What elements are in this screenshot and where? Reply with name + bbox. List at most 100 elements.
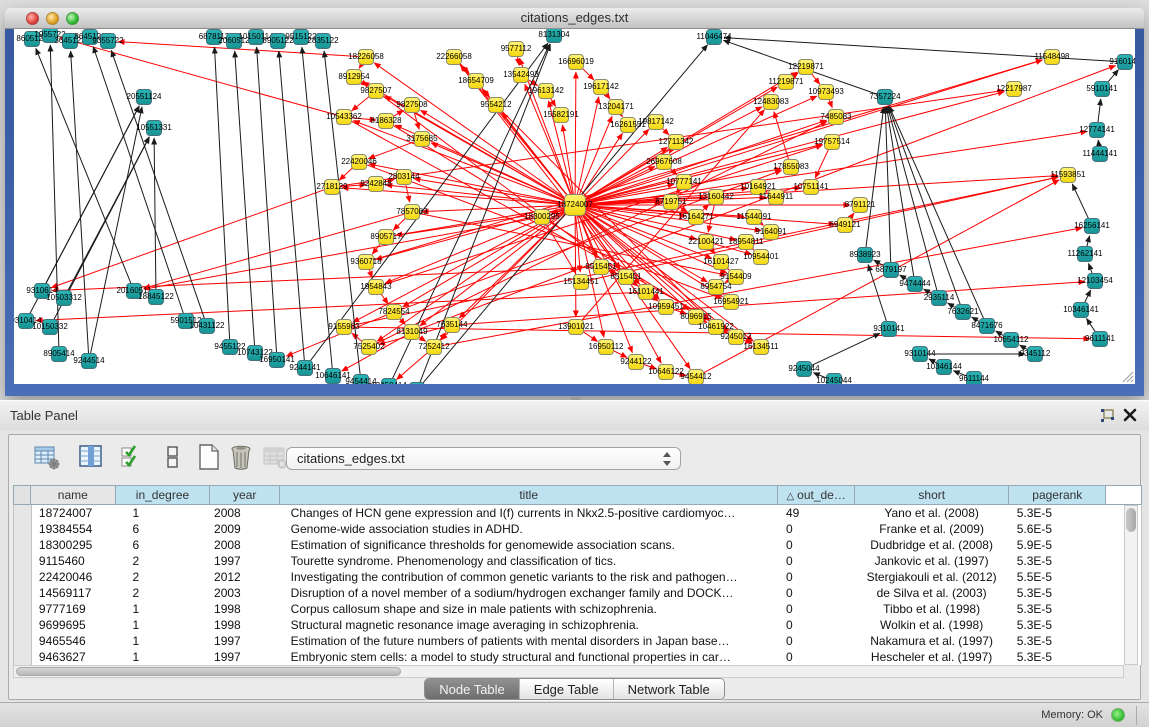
graph-node[interactable]: 8905414 <box>51 346 67 362</box>
graph-node[interactable]: 11219871 <box>778 74 794 90</box>
graph-node[interactable]: 10461922 <box>708 319 724 335</box>
graph-node[interactable]: 10543362 <box>336 109 352 125</box>
column-header-short[interactable]: short <box>855 485 1009 505</box>
cell-in_degree[interactable]: 6 <box>116 521 211 537</box>
graph-node[interactable]: 10551331 <box>146 120 162 136</box>
graph-node[interactable]: 2803144 <box>396 169 412 185</box>
close-panel-icon[interactable] <box>1123 408 1137 422</box>
cell-out_de[interactable]: 0 <box>778 569 855 585</box>
cell-title[interactable]: Embryonic stem cells: a model to study s… <box>281 649 778 665</box>
graph-node[interactable]: 8471676 <box>979 318 995 334</box>
table-row[interactable]: 2242004622012Investigating the contribut… <box>14 569 1141 585</box>
cell-name[interactable]: 22420046 <box>32 569 117 585</box>
resize-grip-icon[interactable] <box>1122 371 1134 383</box>
cell-name[interactable]: 9463627 <box>32 649 117 665</box>
cell-year[interactable]: 2009 <box>211 521 281 537</box>
graph-node[interactable]: 7632621 <box>955 304 971 320</box>
graph-node[interactable]: 12217987 <box>1006 81 1022 97</box>
graph-node[interactable]: 19617142 <box>593 79 609 95</box>
cell-name[interactable]: 9777169 <box>32 601 117 617</box>
graph-node[interactable]: 10346141 <box>1073 302 1089 318</box>
graph-node[interactable]: 9474444 <box>907 276 923 292</box>
graph-node[interactable]: 16164271 <box>688 209 704 225</box>
cell-title[interactable]: Investigating the contribution of common… <box>281 569 778 585</box>
graph-node[interactable]: 26967608 <box>656 154 672 170</box>
graph-node[interactable]: 10646141 <box>325 368 341 384</box>
cell-pagerank[interactable]: 5.3E-5 <box>1009 649 1106 665</box>
graph-node[interactable]: 9244514 <box>81 353 97 369</box>
graph-node[interactable]: 3645122 <box>62 33 78 49</box>
graph-node[interactable]: 9310614 <box>34 283 50 299</box>
show-columns-icon[interactable] <box>77 443 105 471</box>
graph-node[interactable]: 18226058 <box>358 49 374 65</box>
graph-node[interactable]: 16696019 <box>568 54 584 70</box>
graph-node[interactable]: 10346144 <box>936 359 952 375</box>
graph-node[interactable]: 12711342 <box>668 134 684 150</box>
graph-node[interactable]: 9310144 <box>912 346 928 362</box>
graph-node[interactable]: 19613142 <box>538 83 554 99</box>
graph-node[interactable]: 12103454 <box>1087 273 1103 289</box>
graph-node[interactable]: 1954843 <box>368 279 384 295</box>
graph-node[interactable]: 18654709 <box>468 73 484 89</box>
graph-node[interactable]: 22266058 <box>446 49 462 65</box>
cell-short[interactable]: Dudbridge et al. (2008) <box>855 537 1009 553</box>
table-select-dropdown[interactable]: citations_edges.txt <box>286 447 681 470</box>
graph-node[interactable]: 8954754 <box>708 279 724 295</box>
table-row[interactable]: 946554611997Estimation of the future num… <box>14 633 1141 649</box>
graph-node[interactable]: 11444141 <box>1092 146 1108 162</box>
cell-year[interactable]: 1998 <box>211 617 281 633</box>
graph-node[interactable]: 9164091 <box>763 224 779 240</box>
graph-node[interactable]: 10245044 <box>826 373 842 384</box>
graph-node[interactable]: 9310414 <box>18 313 34 329</box>
graph-node[interactable]: 9245041 <box>409 382 425 384</box>
graph-node[interactable]: 16134511 <box>753 339 769 355</box>
graph-node[interactable]: 12219871 <box>798 59 814 75</box>
cell-year[interactable]: 1998 <box>211 601 281 617</box>
graph-node[interactable]: 8905717 <box>378 229 394 245</box>
graph-node[interactable]: 9611144 <box>966 371 982 384</box>
graph-node[interactable]: 9154409 <box>728 269 744 285</box>
graph-node[interactable]: 10431122 <box>199 318 215 334</box>
table-row[interactable]: 946362711997Embryonic stem cells: a mode… <box>14 649 1141 665</box>
graph-node[interactable]: 10654112 <box>1003 332 1019 348</box>
clear-selection-icon[interactable] <box>159 443 187 471</box>
graph-node[interactable]: 2935114 <box>931 290 947 306</box>
graph-node[interactable]: 9242848 <box>368 176 384 192</box>
cell-out_de[interactable]: 0 <box>778 553 855 569</box>
graph-node[interactable]: 7252412 <box>426 339 442 355</box>
graph-node[interactable]: 2835122 <box>315 33 331 49</box>
graph-node[interactable]: 12450414 <box>381 378 397 384</box>
cell-out_de[interactable]: 49 <box>778 505 855 521</box>
graph-node[interactable]: 13901021 <box>568 319 584 335</box>
graph-node[interactable]: 9554212 <box>488 97 504 113</box>
cell-in_degree[interactable]: 1 <box>116 601 211 617</box>
cell-title[interactable]: Structural magnetic resonance image aver… <box>281 617 778 633</box>
graph-node[interactable]: 8905122 <box>270 33 286 49</box>
graph-node[interactable]: 2060512 <box>226 33 242 49</box>
graph-node[interactable]: 10954401 <box>753 249 769 265</box>
graph-node[interactable]: 9454412 <box>688 369 704 384</box>
graph-node[interactable]: 16261551 <box>620 117 636 133</box>
graph-node[interactable]: 9455122 <box>222 339 238 355</box>
graph-node[interactable]: 8645123 <box>82 29 98 45</box>
cell-name[interactable]: 14569117 <box>32 585 117 601</box>
cell-short[interactable]: Hescheler et al. (1997) <box>855 649 1009 665</box>
delete-table-icon[interactable] <box>227 443 255 471</box>
table-row[interactable]: 911546021997Tourette syndrome. Phenomeno… <box>14 553 1141 569</box>
cell-pagerank[interactable]: 5.3E-5 <box>1009 553 1106 569</box>
graph-node[interactable]: 8515451 <box>618 269 634 285</box>
graph-node[interactable]: 8791121 <box>852 197 868 213</box>
new-table-icon[interactable] <box>195 443 223 471</box>
graph-node[interactable]: 9577112 <box>508 41 524 57</box>
graph-node[interactable]: 10164921 <box>750 179 766 195</box>
cell-short[interactable]: Nakamura et al. (1997) <box>855 633 1009 649</box>
graph-node[interactable]: 15582191 <box>553 107 569 123</box>
graph-node[interactable]: 19757514 <box>824 134 840 150</box>
cell-out_de[interactable]: 0 <box>778 633 855 649</box>
graph-node[interactable]: 13204171 <box>608 99 624 115</box>
cell-out_de[interactable]: 0 <box>778 537 855 553</box>
graph-node[interactable]: 8131304 <box>546 29 562 43</box>
cell-in_degree[interactable]: 2 <box>116 585 211 601</box>
cell-pagerank[interactable]: 5.3E-5 <box>1009 585 1106 601</box>
network-canvas[interactable]: 8605128195572236451228645123935572268781… <box>14 29 1135 384</box>
